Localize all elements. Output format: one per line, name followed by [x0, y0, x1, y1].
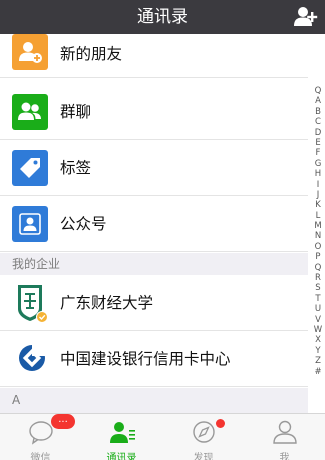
- index-letter[interactable]: F: [311, 148, 325, 158]
- compass-icon: [190, 419, 218, 445]
- tab-chats[interactable]: ... 微信: [0, 414, 81, 460]
- enterprise-label-ccb: 中国建设银行信用卡中心: [60, 350, 231, 368]
- index-letter[interactable]: H: [311, 169, 325, 179]
- index-letter[interactable]: V: [311, 315, 325, 325]
- group-icon: [12, 94, 48, 130]
- add-person-icon: [12, 34, 48, 70]
- group-chat-row[interactable]: 群聊: [0, 84, 308, 140]
- index-letter[interactable]: X: [311, 335, 325, 345]
- new-friends-row[interactable]: 新的朋友: [0, 34, 308, 78]
- official-accounts-row[interactable]: 公众号: [0, 196, 308, 252]
- person-icon: [271, 419, 299, 445]
- notification-dot: [216, 419, 225, 428]
- enterprise-row-ccb[interactable]: 中国建设银行信用卡中心: [0, 331, 308, 387]
- index-letter[interactable]: #: [311, 367, 325, 377]
- index-letter[interactable]: O: [311, 242, 325, 252]
- university-logo-icon: [14, 283, 48, 323]
- section-header-letter: A: [0, 388, 308, 413]
- tag-icon: [12, 150, 48, 186]
- index-letter[interactable]: I: [311, 180, 325, 190]
- tab-label: 通讯录: [106, 453, 137, 460]
- alphabet-index[interactable]: Q A B C D E F G H I J K L M N O P Q R S …: [311, 86, 325, 377]
- add-person-icon: [294, 7, 318, 26]
- tab-label: 微信: [30, 453, 51, 460]
- tab-me[interactable]: 我: [244, 414, 325, 460]
- index-letter[interactable]: E: [311, 138, 325, 148]
- official-accounts-label: 公众号: [60, 215, 107, 233]
- index-letter[interactable]: W: [311, 325, 325, 335]
- index-letter[interactable]: B: [311, 107, 325, 117]
- index-letter[interactable]: Y: [311, 346, 325, 356]
- contacts-icon: [108, 419, 136, 445]
- ccb-logo-icon: [16, 342, 48, 374]
- add-contact-button[interactable]: [293, 5, 319, 27]
- index-letter[interactable]: M: [311, 221, 325, 231]
- index-letter[interactable]: C: [311, 117, 325, 127]
- index-letter[interactable]: K: [311, 200, 325, 210]
- index-letter[interactable]: Q: [311, 263, 325, 273]
- index-letter[interactable]: A: [311, 96, 325, 106]
- page-title: 通讯录: [137, 7, 188, 27]
- index-letter[interactable]: R: [311, 273, 325, 283]
- index-letter[interactable]: G: [311, 159, 325, 169]
- tab-discover[interactable]: 发现: [163, 414, 244, 460]
- enterprise-label-university: 广东财经大学: [60, 294, 154, 312]
- unread-badge: ...: [51, 414, 75, 429]
- new-friends-label: 新的朋友: [60, 45, 123, 63]
- tab-label: 发现: [193, 453, 214, 460]
- index-letter[interactable]: U: [311, 304, 325, 314]
- official-account-icon: [12, 206, 48, 242]
- index-letter[interactable]: P: [311, 252, 325, 262]
- tags-label: 标签: [60, 159, 92, 177]
- index-letter[interactable]: Z: [311, 356, 325, 366]
- tab-label: 我: [279, 453, 290, 460]
- index-letter[interactable]: J: [311, 190, 325, 200]
- group-chat-label: 群聊: [60, 103, 92, 121]
- enterprise-row-university[interactable]: 广东财经大学: [0, 275, 308, 331]
- index-letter[interactable]: L: [311, 211, 325, 221]
- tags-row[interactable]: 标签: [0, 140, 308, 196]
- tab-contacts[interactable]: 通讯录: [81, 414, 162, 460]
- index-letter[interactable]: S: [311, 283, 325, 293]
- index-letter[interactable]: N: [311, 231, 325, 241]
- index-letter[interactable]: T: [311, 294, 325, 304]
- section-header-enterprise: 我的企业: [0, 253, 308, 275]
- nav-bar: 通讯录: [0, 0, 325, 34]
- index-letter[interactable]: Q: [311, 86, 325, 96]
- index-letter[interactable]: D: [311, 128, 325, 138]
- bottom-tab-bar: ... 微信 通讯录 发现 我: [0, 413, 325, 460]
